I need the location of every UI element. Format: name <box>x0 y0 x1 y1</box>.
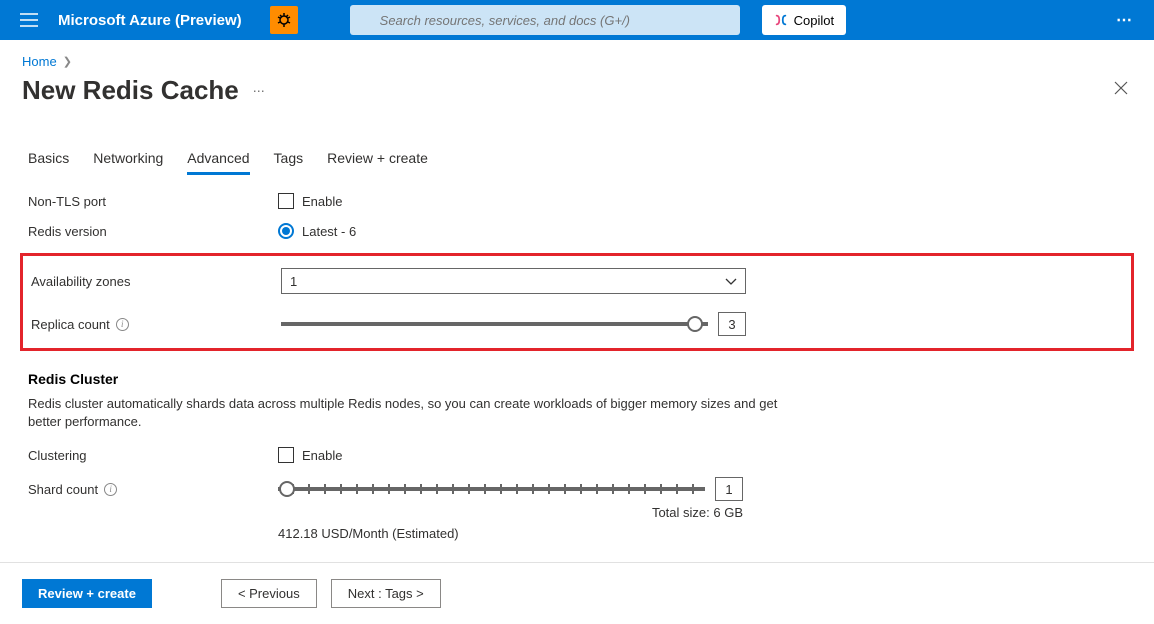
non-tls-checkbox[interactable] <box>278 193 294 209</box>
shard-slider[interactable] <box>278 487 705 491</box>
debug-icon[interactable] <box>270 6 298 34</box>
hamburger-icon[interactable] <box>20 13 38 27</box>
shard-slider-thumb[interactable] <box>279 481 295 497</box>
chevron-down-icon <box>725 274 737 289</box>
review-create-button[interactable]: Review + create <box>22 579 152 608</box>
shard-slider-wrap: 1 <box>278 477 743 501</box>
replica-slider-thumb[interactable] <box>687 316 703 332</box>
content-area: Basics Networking Advanced Tags Review +… <box>0 124 1144 556</box>
brand-label: Microsoft Azure (Preview) <box>58 12 242 29</box>
price-label: 412.18 USD/Month (Estimated) <box>278 526 1134 541</box>
topbar-more-icon[interactable]: ⋯ <box>1116 10 1134 30</box>
clustering-checkbox[interactable] <box>278 447 294 463</box>
row-clustering: Clustering Enable <box>28 447 1134 463</box>
replica-count-label: Replica count <box>31 317 110 332</box>
page-title: New Redis Cache <box>22 75 239 106</box>
close-icon[interactable] <box>1110 77 1132 104</box>
copilot-icon <box>774 13 788 27</box>
replica-slider[interactable] <box>281 322 708 326</box>
non-tls-label: Non-TLS port <box>28 194 278 209</box>
replica-count-value[interactable]: 3 <box>718 312 746 336</box>
previous-button[interactable]: < Previous <box>221 579 317 608</box>
copilot-label: Copilot <box>794 13 834 28</box>
tab-review[interactable]: Review + create <box>327 144 428 175</box>
footer: Review + create < Previous Next : Tags > <box>0 562 1154 624</box>
availability-zones-value: 1 <box>290 274 297 289</box>
breadcrumb: Home ❯ <box>0 40 1154 73</box>
clustering-enable-label: Enable <box>302 448 342 463</box>
search-container <box>350 5 740 35</box>
row-shard-count: Shard count i 1 <box>28 477 1134 501</box>
topbar: Microsoft Azure (Preview) Copilot ⋯ <box>0 0 1154 40</box>
cluster-description: Redis cluster automatically shards data … <box>28 395 778 431</box>
tab-tags[interactable]: Tags <box>274 144 304 175</box>
info-icon[interactable]: i <box>104 483 117 496</box>
redis-version-value: Latest - 6 <box>302 224 356 239</box>
chevron-right-icon: ❯ <box>63 55 72 68</box>
tab-networking[interactable]: Networking <box>93 144 163 175</box>
search-input[interactable] <box>350 5 740 35</box>
tab-advanced[interactable]: Advanced <box>187 144 249 175</box>
clustering-label: Clustering <box>28 448 278 463</box>
row-non-tls: Non-TLS port Enable <box>28 193 1134 209</box>
shard-count-value[interactable]: 1 <box>715 477 743 501</box>
replica-slider-wrap: 3 <box>281 312 746 336</box>
row-availability-zones: Availability zones 1 <box>23 268 1123 294</box>
copilot-button[interactable]: Copilot <box>762 5 846 35</box>
non-tls-enable-label: Enable <box>302 194 342 209</box>
info-icon[interactable]: i <box>116 318 129 331</box>
row-replica-count: Replica count i 3 <box>23 312 1123 336</box>
shard-count-label: Shard count <box>28 482 98 497</box>
title-more-icon[interactable]: ⋯ <box>253 84 267 98</box>
next-button[interactable]: Next : Tags > <box>331 579 441 608</box>
tab-basics[interactable]: Basics <box>28 144 69 175</box>
redis-version-label: Redis version <box>28 224 278 239</box>
availability-zones-label: Availability zones <box>31 274 281 289</box>
breadcrumb-home[interactable]: Home <box>22 54 57 69</box>
redis-version-radio[interactable] <box>278 223 294 239</box>
row-redis-version: Redis version Latest - 6 <box>28 223 1134 239</box>
highlight-box: Availability zones 1 Replica count i <box>20 253 1134 351</box>
tabs: Basics Networking Advanced Tags Review +… <box>28 144 1134 175</box>
total-size-label: Total size: 6 GB <box>278 505 743 520</box>
availability-zones-select[interactable]: 1 <box>281 268 746 294</box>
cluster-heading: Redis Cluster <box>28 371 1134 387</box>
title-row: New Redis Cache ⋯ <box>0 73 1154 114</box>
